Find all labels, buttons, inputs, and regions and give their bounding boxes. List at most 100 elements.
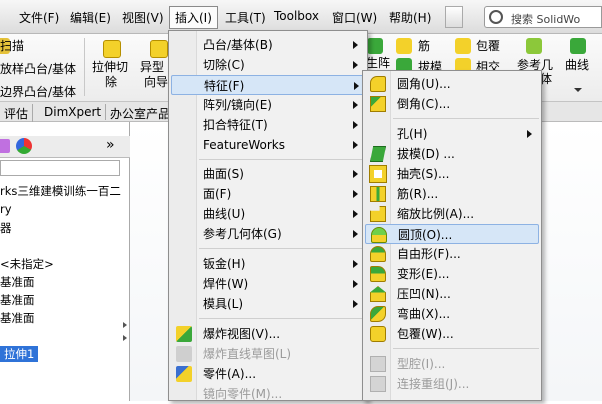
ribbon-boundary[interactable]: 边界凸台/基体 — [0, 83, 76, 100]
tree-item-plane-front[interactable]: 基准面 — [0, 274, 35, 290]
tab-evaluate[interactable]: 评估 — [0, 104, 34, 123]
fillet-icon — [370, 76, 386, 92]
menu-item-fastening-feature[interactable]: 扣合特征(T) — [169, 115, 367, 135]
tree-item-extrude1[interactable]: 拉伸1 — [0, 346, 39, 362]
menu-item-cavity[interactable]: 型腔(I)... — [363, 354, 541, 374]
menu-view[interactable]: 视图(V) — [122, 9, 164, 26]
menu-item-chamfer[interactable]: 倒角(C)... — [363, 94, 541, 114]
ribbon-rib[interactable]: 筋 — [418, 37, 430, 54]
tab-office-products[interactable]: 办公室产品 — [106, 104, 176, 123]
extruded-cut-icon — [103, 40, 121, 58]
dome-icon — [371, 227, 387, 243]
menu-separator — [199, 159, 365, 160]
ribbon-pattern-label[interactable]: 生阵 — [366, 54, 390, 71]
submenu-arrow-icon — [353, 230, 358, 238]
join-icon — [370, 376, 386, 392]
menu-item-draft[interactable]: 拔模(D) ... — [363, 144, 541, 164]
filter-input[interactable] — [0, 160, 120, 176]
submenu-arrow-icon — [353, 41, 358, 49]
menu-item-exploded-view[interactable]: 爆炸视图(V)... — [169, 324, 367, 344]
tree-item-history[interactable]: ry — [0, 202, 12, 216]
submenu-arrow-icon — [353, 280, 358, 288]
menu-item-explode-line-sketch[interactable]: 爆炸直线草图(L) — [169, 344, 367, 364]
menu-help[interactable]: 帮助(H) — [389, 9, 431, 26]
menu-item-fillet[interactable]: 圆角(U)... — [363, 74, 541, 94]
menu-item-indent[interactable]: 压凹(N)... — [363, 284, 541, 304]
scale-icon — [370, 206, 386, 222]
search-icon — [489, 10, 503, 24]
chevron-down-icon — [574, 88, 582, 92]
menu-item-pattern-mirror[interactable]: 阵列/镜向(E) — [169, 95, 367, 115]
menu-toolbox[interactable]: Toolbox — [274, 9, 319, 23]
menu-item-freeform[interactable]: 自由形(F)... — [363, 244, 541, 264]
menu-item-shell[interactable]: 抽壳(S)... — [363, 164, 541, 184]
menu-item-sheet-metal[interactable]: 钣金(H) — [169, 254, 367, 274]
menu-item-part[interactable]: 零件(A)... — [169, 364, 367, 384]
hole-wizard-button[interactable]: 异型 向导 — [138, 38, 170, 98]
extruded-cut-button[interactable]: 拉伸切 除 — [88, 38, 134, 98]
menu-item-face[interactable]: 面(F) — [169, 184, 367, 204]
search-input[interactable]: 搜索 SolidWo — [484, 6, 602, 28]
menu-item-mirror-part[interactable]: 镜向零件(M)... — [169, 384, 367, 404]
menu-item-features[interactable]: 特征(F) — [171, 75, 365, 95]
menu-item-surface[interactable]: 曲面(S) — [169, 164, 367, 184]
rib-icon — [396, 38, 412, 54]
menu-item-reference-geometry[interactable]: 参考几何体(G) — [169, 224, 367, 244]
explode-line-sketch-icon — [176, 346, 192, 362]
menu-item-scale[interactable]: 缩放比例(A)... — [363, 204, 541, 224]
submenu-arrow-icon — [353, 210, 358, 218]
curves-button[interactable]: 曲线 — [562, 38, 598, 98]
toolbar-toggle-button[interactable] — [445, 6, 463, 28]
deform-icon — [370, 266, 386, 282]
flex-icon — [370, 306, 386, 322]
menu-item-rib[interactable]: 筋(R)... — [363, 184, 541, 204]
menu-item-curve[interactable]: 曲线(U) — [169, 204, 367, 224]
tab-dimxpert[interactable]: DimXpert — [40, 104, 107, 120]
menu-item-deform[interactable]: 变形(E)... — [363, 264, 541, 284]
menu-item-flex[interactable]: 弯曲(X)... — [363, 304, 541, 324]
tree-item-sensors[interactable]: 器 — [0, 220, 12, 236]
expand-icon[interactable]: » — [106, 137, 115, 153]
menu-separator — [199, 248, 365, 249]
menu-item-dome[interactable]: 圆顶(O)... — [365, 224, 539, 244]
menu-item-wrap[interactable]: 包覆(W)... — [363, 324, 541, 344]
wrap-icon — [370, 326, 386, 342]
tree-item-plane-right[interactable]: 基准面 — [0, 310, 35, 326]
menu-item-join[interactable]: 连接重组(J)... — [363, 374, 541, 394]
linear-pattern-icon — [367, 38, 383, 54]
submenu-arrow-icon — [527, 130, 532, 138]
submenu-arrow-icon — [353, 121, 358, 129]
menu-insert[interactable]: 插入(I) — [169, 6, 218, 29]
menu-item-molds[interactable]: 模具(L) — [169, 294, 367, 314]
menu-separator — [393, 118, 539, 119]
reference-geometry-icon — [526, 38, 542, 54]
draft-icon — [370, 146, 386, 162]
tree-root[interactable]: rks三维建模训练一百二 — [0, 183, 121, 199]
menu-edit[interactable]: 编辑(E) — [70, 9, 111, 26]
ribbon-wrap[interactable]: 包覆 — [476, 37, 500, 54]
menu-item-cut[interactable]: 切除(C) — [169, 55, 367, 75]
appearance-icon[interactable] — [16, 138, 32, 154]
ribbon-sweep[interactable]: 扫描 — [0, 37, 24, 54]
menu-tools[interactable]: 工具(T) — [225, 9, 266, 26]
property-manager-icon[interactable] — [0, 139, 10, 153]
ribbon-loft[interactable]: 放样凸台/基体 — [0, 60, 76, 77]
chamfer-icon — [370, 96, 386, 112]
menu-item-hole[interactable]: 孔(H) — [363, 124, 541, 144]
hole-wizard-icon — [150, 40, 168, 58]
menu-bar: 文件(F) 编辑(E) 视图(V) 插入(I) 工具(T) Toolbox 窗口… — [0, 0, 602, 34]
indent-icon — [370, 286, 386, 302]
tree-item-material[interactable]: <未指定> — [0, 256, 54, 272]
menu-item-featureworks[interactable]: FeatureWorks — [169, 135, 367, 155]
menu-separator — [393, 348, 539, 349]
menu-window[interactable]: 窗口(W) — [332, 9, 377, 26]
insert-menu: 凸台/基体(B) 切除(C) 特征(F) 阵列/镜向(E) 扣合特征(T) Fe… — [168, 30, 368, 401]
rib-icon — [370, 186, 386, 202]
menu-item-boss-base[interactable]: 凸台/基体(B) — [169, 35, 367, 55]
menu-file[interactable]: 文件(F) — [19, 9, 59, 26]
submenu-arrow-icon — [353, 300, 358, 308]
panel-splitter-handle[interactable] — [120, 318, 130, 348]
tree-item-plane-top[interactable]: 基准面 — [0, 292, 35, 308]
curves-icon — [570, 38, 586, 54]
menu-item-weldments[interactable]: 焊件(W) — [169, 274, 367, 294]
